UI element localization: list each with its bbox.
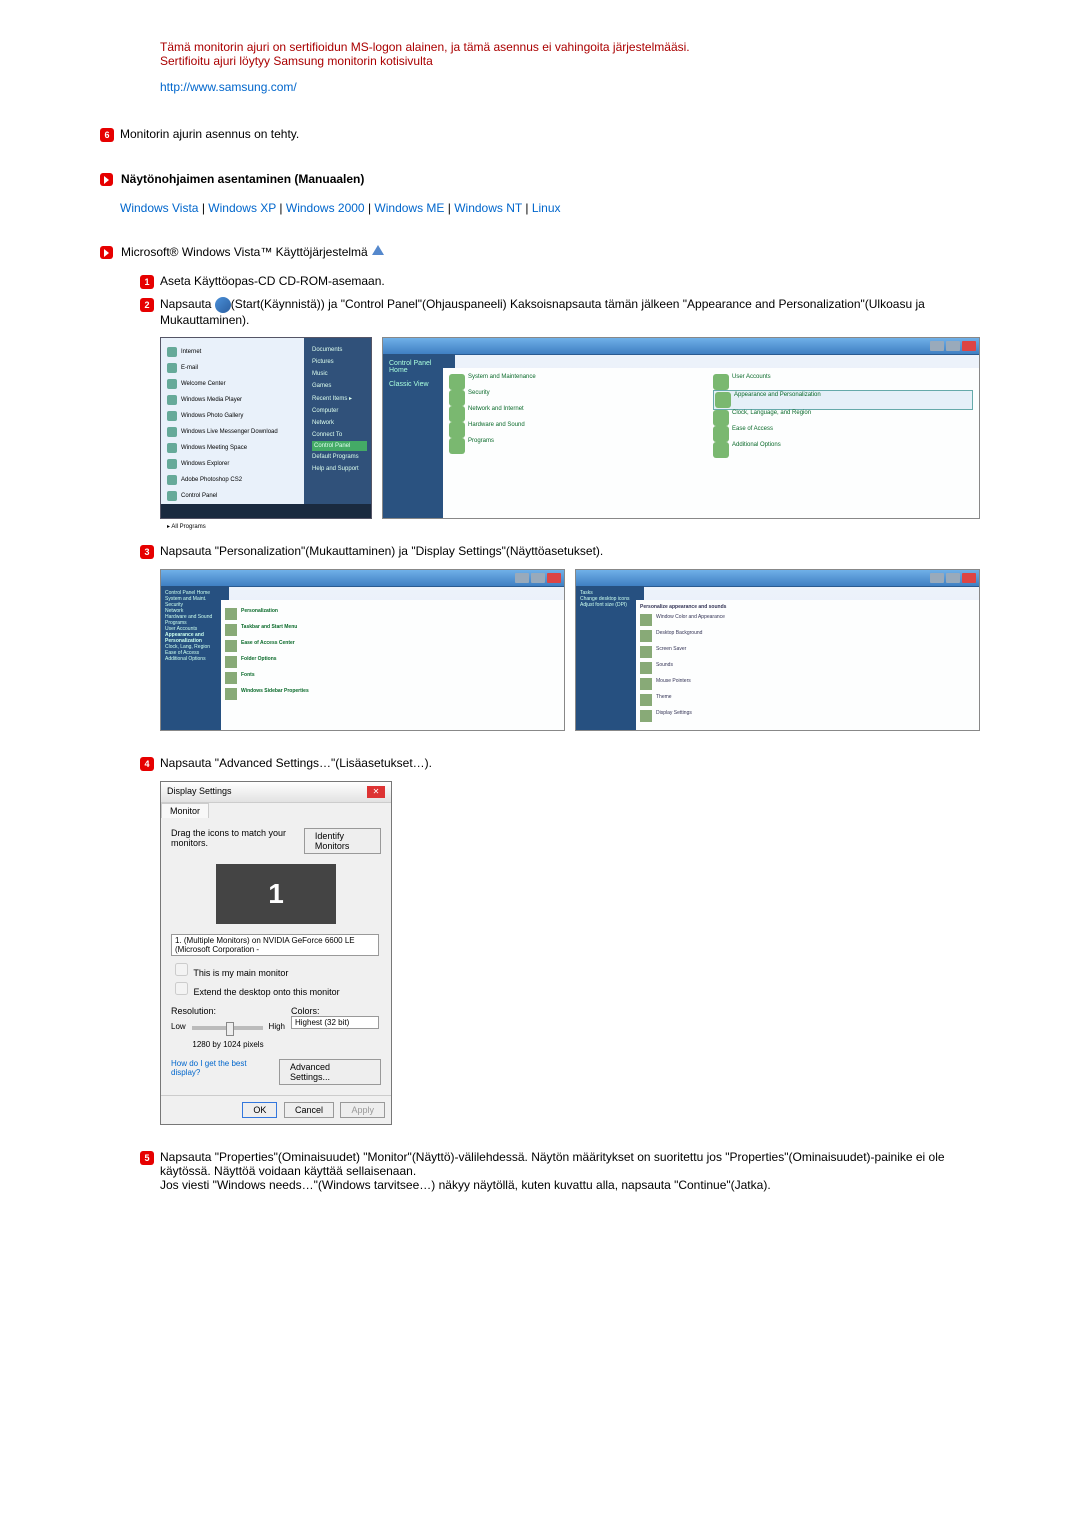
bullet-4-icon: 4 — [140, 757, 154, 771]
bullet-1-icon: 1 — [140, 275, 154, 289]
cancel-button[interactable]: Cancel — [284, 1102, 334, 1118]
step-6-text: Monitorin ajurin asennus on tehty. — [120, 127, 299, 142]
close-icon[interactable]: ✕ — [367, 786, 385, 798]
step-3-text: Napsauta "Personalization"(Mukauttaminen… — [160, 544, 603, 559]
start-menu-screenshot: Internet E-mail Welcome Center Windows M… — [160, 337, 372, 519]
display-settings-dialog: Display Settings ✕ Monitor Drag the icon… — [160, 781, 392, 1125]
os-link-vista[interactable]: Windows Vista — [120, 201, 198, 215]
main-monitor-checkbox — [175, 963, 188, 976]
start-orb-icon — [215, 297, 231, 313]
os-link-me[interactable]: Windows ME — [374, 201, 444, 215]
appearance-window-screenshot: Control Panel HomeSystem and Maint.Secur… — [160, 569, 565, 731]
colors-dropdown[interactable]: Highest (32 bit) — [291, 1016, 379, 1029]
up-triangle-icon — [372, 245, 384, 255]
bullet-2-icon: 2 — [140, 298, 154, 312]
section-arrow-icon — [100, 173, 113, 186]
section-arrow-icon — [100, 246, 113, 259]
extend-desktop-checkbox — [175, 982, 188, 995]
cert-line-1: Tämä monitorin ajuri on sertifioidun MS-… — [160, 40, 980, 54]
dialog-title: Display Settings — [167, 786, 232, 798]
control-panel-screenshot: Control Panel HomeClassic View System an… — [382, 337, 980, 519]
samsung-url[interactable]: http://www.samsung.com/ — [160, 80, 297, 94]
step-2-text: Napsauta (Start(Käynnistä)) ja "Control … — [160, 297, 980, 327]
best-display-link[interactable]: How do I get the best display? — [171, 1059, 275, 1085]
vista-heading: Microsoft® Windows Vista™ Käyttöjärjeste… — [121, 245, 368, 259]
personalization-window-screenshot: TasksChange desktop iconsAdjust font siz… — [575, 569, 980, 731]
step-1-text: Aseta Käyttöopas-CD CD-ROM-asemaan. — [160, 274, 385, 289]
identify-monitors-button[interactable]: Identify Monitors — [304, 828, 381, 854]
resolution-slider[interactable] — [192, 1026, 263, 1030]
bullet-5-icon: 5 — [140, 1151, 154, 1165]
monitor-preview[interactable]: 1 — [216, 864, 336, 924]
resolution-label: Resolution: — [171, 1006, 285, 1016]
os-link-linux[interactable]: Linux — [532, 201, 561, 215]
os-link-nt[interactable]: Windows NT — [454, 201, 522, 215]
advanced-settings-button[interactable]: Advanced Settings... — [279, 1059, 381, 1085]
resolution-value: 1280 by 1024 pixels — [171, 1040, 285, 1049]
step-5a-text: Napsauta "Properties"(Ominaisuudet) "Mon… — [160, 1150, 980, 1178]
drag-text: Drag the icons to match your monitors. — [171, 828, 300, 854]
apply-button: Apply — [340, 1102, 385, 1118]
os-link-xp[interactable]: Windows XP — [208, 201, 276, 215]
manual-install-heading: Näytönohjaimen asentaminen (Manuaalen) — [121, 172, 364, 186]
monitor-tab[interactable]: Monitor — [161, 803, 209, 818]
cert-line-2: Sertifioitu ajuri löytyy Samsung monitor… — [160, 54, 980, 68]
colors-label: Colors: — [291, 1006, 381, 1016]
os-link-2000[interactable]: Windows 2000 — [286, 201, 365, 215]
monitor-dropdown[interactable]: 1. (Multiple Monitors) on NVIDIA GeForce… — [171, 934, 379, 956]
bullet-3-icon: 3 — [140, 545, 154, 559]
bullet-6-icon: 6 — [100, 128, 114, 142]
step-5b-text: Jos viesti "Windows needs…"(Windows tarv… — [160, 1178, 980, 1192]
ok-button[interactable]: OK — [242, 1102, 277, 1118]
step-4-text: Napsauta "Advanced Settings…"(Lisäasetuk… — [160, 756, 432, 771]
